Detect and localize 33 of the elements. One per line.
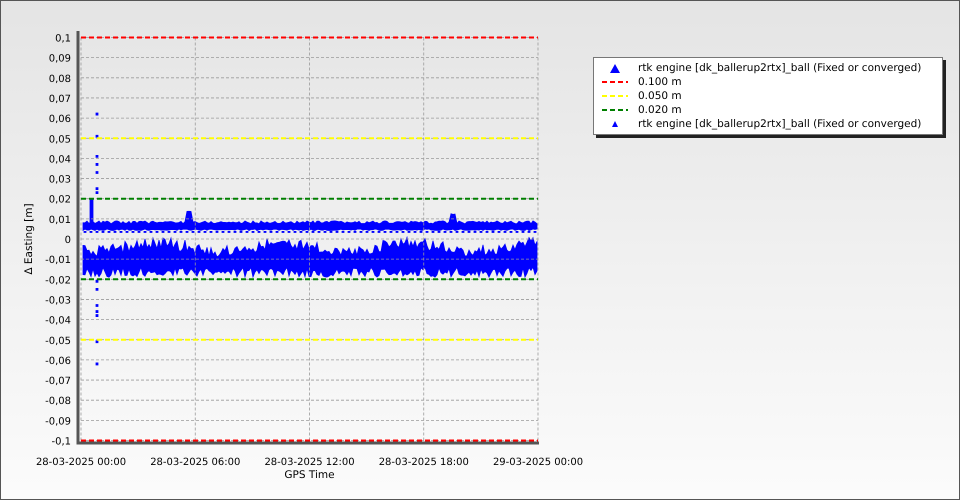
x-tick-label: 29-03-2025 00:00 — [492, 457, 584, 468]
y-tick-label: -0,02 — [45, 275, 71, 286]
x-tick-label: 28-03-2025 18:00 — [378, 457, 469, 468]
legend-label: 0.050 m — [638, 90, 682, 102]
legend-label: 0.020 m — [638, 104, 682, 116]
x-tick-label: 28-03-2025 00:00 — [36, 457, 126, 468]
y-tick-label: 0,08 — [48, 74, 71, 85]
y-tick-label: -0,08 — [45, 396, 71, 408]
legend-label: 0.100 m — [638, 76, 682, 88]
y-tick-label: -0,1 — [51, 436, 71, 448]
y-axis-title: Δ Easting [m] — [23, 203, 35, 275]
y-tick-label: 0,04 — [48, 154, 71, 166]
x-axis-title: GPS Time — [284, 469, 335, 481]
y-tick-label: 0,1 — [55, 34, 71, 44]
y-tick-label: 0,02 — [48, 194, 71, 206]
y-tick-label: -0,01 — [45, 255, 71, 266]
y-tick-label: 0,09 — [48, 54, 71, 65]
y-tick-label: -0,09 — [45, 416, 71, 428]
y-tick-label: -0,07 — [45, 376, 71, 388]
y-tick-label: 0,07 — [48, 94, 71, 105]
y-tick-label: 0,03 — [48, 174, 71, 186]
legend-label: rtk engine [dk_ballerup2rtx]_ball (Fixed or converged) — [638, 62, 922, 74]
y-tick-label: 0,06 — [48, 114, 71, 126]
y-tick-label: -0,03 — [45, 295, 71, 306]
y-tick-label: -0,06 — [45, 356, 71, 367]
y-tick-label: 0,05 — [48, 134, 71, 146]
legend-label: rtk engine [dk_ballerup2rtx]_ball (Fixed or converged) — [638, 118, 922, 130]
x-tick-label: 28-03-2025 12:00 — [264, 457, 355, 468]
x-tick-label: 28-03-2025 06:00 — [150, 457, 240, 468]
y-tick-label: -0,05 — [45, 336, 71, 347]
y-tick-label: -0,04 — [45, 316, 71, 327]
y-tick-label: 0,01 — [48, 214, 71, 226]
y-tick-label: 0 — [64, 235, 71, 246]
